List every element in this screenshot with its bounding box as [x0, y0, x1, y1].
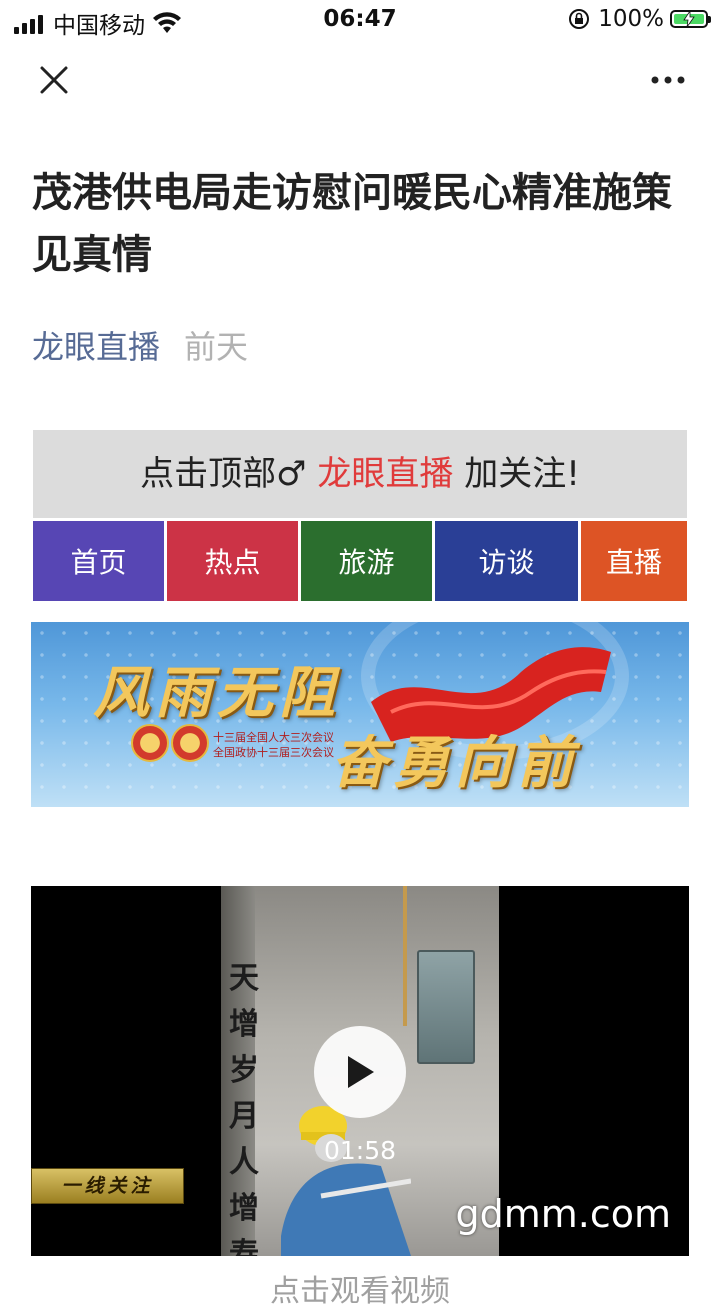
follow-suffix: 加关注!	[464, 454, 580, 494]
play-icon	[348, 1056, 374, 1088]
tab-interview[interactable]: 访谈	[435, 521, 578, 601]
site-watermark: gdmm.com	[455, 1192, 671, 1236]
cppcc-emblem-icon	[171, 724, 209, 762]
electric-meter	[417, 950, 475, 1064]
battery-icon	[670, 10, 711, 28]
video-player[interactable]: 天增岁月人增寿 一线关注 01:58 gdmm.com	[31, 886, 689, 1256]
npc-session-banner: 风雨无阻 奋勇向前 十三届全国人大三次会议 全国政协十三届三次会议	[31, 622, 689, 807]
video-caption: 点击观看视频	[270, 1274, 450, 1309]
follow-banner: 点击顶部♂ 龙眼直播 加关注!	[33, 430, 687, 518]
tab-travel[interactable]: 旅游	[301, 521, 432, 601]
status-bar: 中国移动 06:47 100%	[0, 0, 720, 40]
author-link[interactable]: 龙眼直播	[32, 322, 160, 368]
tab-live[interactable]: 直播	[581, 521, 687, 601]
rotation-lock-icon	[569, 9, 590, 29]
follow-prefix: 点击顶部♂	[140, 454, 307, 494]
tab-hot[interactable]: 热点	[167, 521, 298, 601]
session-text: 十三届全国人大三次会议 全国政协十三届三次会议	[213, 731, 334, 759]
tab-home[interactable]: 首页	[33, 521, 164, 601]
calligraphy-text: 天增岁月人增寿	[229, 961, 259, 1256]
lower-third-caption: 一线关注	[31, 1168, 184, 1204]
follow-brand: 龙眼直播	[317, 454, 454, 494]
more-icon[interactable]	[650, 70, 686, 90]
video-duration: 01:58	[323, 1136, 397, 1165]
national-emblem-icon	[131, 724, 169, 762]
battery-percent: 100%	[598, 6, 664, 32]
article-title: 茂港供电局走访慰问暖民心精准施策见真情	[32, 170, 672, 278]
close-icon[interactable]	[36, 62, 72, 98]
slogan-line1: 风雨无阻	[93, 660, 341, 726]
channel-tabs: 首页 热点 旅游 访谈 直播	[33, 521, 687, 601]
slogan-line2: 奋勇向前	[331, 730, 579, 796]
publish-date: 前天	[184, 328, 249, 366]
article-meta: 龙眼直播 前天	[32, 322, 248, 368]
play-button[interactable]	[314, 1026, 406, 1118]
